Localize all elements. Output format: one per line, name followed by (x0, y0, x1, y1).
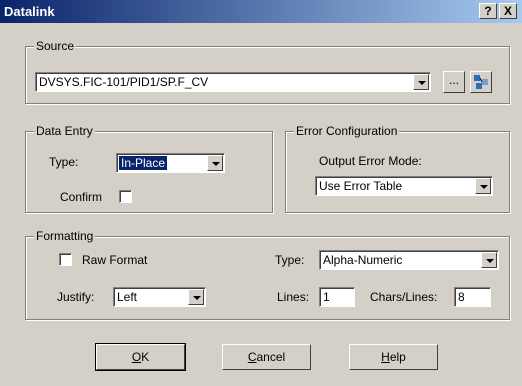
window-title: Datalink (4, 4, 55, 19)
data-entry-group: Data Entry Type: In-Place Confirm (25, 124, 273, 213)
raw-format-checkbox[interactable] (59, 253, 72, 266)
data-entry-type-dropdown[interactable] (207, 155, 223, 171)
source-combo[interactable]: DVSYS.FIC-101/PID1/SP.F_CV (35, 72, 431, 92)
justify-label: Justify: (57, 290, 95, 304)
output-error-mode-value: Use Error Table (319, 179, 403, 193)
format-type-value: Alpha-Numeric (323, 253, 403, 267)
help-button-label: elp (389, 350, 406, 364)
source-value: DVSYS.FIC-101/PID1/SP.F_CV (39, 75, 209, 89)
error-config-legend: Error Configuration (294, 124, 400, 138)
formatting-group: Formatting Raw Format Type: Alpha-Numeri… (25, 229, 510, 320)
source-group: Source DVSYS.FIC-101/PID1/SP.F_CV ... (25, 39, 510, 104)
data-entry-type-value: In-Place (119, 156, 168, 170)
data-entry-legend: Data Entry (34, 124, 95, 138)
cancel-button[interactable]: Cancel (222, 344, 311, 370)
lines-input[interactable]: 1 (319, 287, 355, 307)
source-legend: Source (34, 39, 77, 53)
ok-button-label: K (141, 350, 150, 364)
output-error-mode-label: Output Error Mode: (319, 154, 422, 168)
error-config-group: Error Configuration Output Error Mode: U… (285, 124, 510, 213)
help-button[interactable]: Help (349, 344, 438, 370)
chars-per-line-input[interactable]: 8 (454, 287, 491, 307)
confirm-checkbox[interactable] (119, 190, 132, 203)
chevron-down-icon (418, 81, 426, 85)
output-error-mode-dropdown[interactable] (475, 178, 491, 194)
chevron-down-icon (480, 185, 488, 189)
cancel-button-label: ancel (256, 350, 286, 364)
ok-button[interactable]: OK (95, 343, 186, 371)
source-dropdown-button[interactable] (413, 74, 429, 90)
browse-button[interactable]: ... (443, 71, 465, 93)
format-type-combo[interactable]: Alpha-Numeric (319, 250, 499, 270)
help-icon[interactable]: ? (479, 3, 497, 19)
format-type-label: Type: (275, 253, 305, 267)
title-bar[interactable]: Datalink ? X (0, 0, 522, 23)
tag-browser-button[interactable] (470, 71, 492, 93)
format-type-dropdown[interactable] (481, 252, 497, 268)
lines-label: Lines: (277, 290, 310, 304)
tag-browser-icon (474, 75, 488, 89)
confirm-label: Confirm (60, 190, 103, 204)
data-entry-type-combo[interactable]: In-Place (116, 153, 225, 173)
raw-format-label: Raw Format (82, 253, 148, 267)
output-error-mode-combo[interactable]: Use Error Table (315, 176, 493, 196)
ok-button-mnemonic: O (131, 350, 142, 364)
close-icon[interactable]: X (499, 3, 517, 19)
lines-value: 1 (323, 290, 330, 304)
chars-per-line-label: Chars/Lines: (370, 290, 438, 304)
chars-per-line-value: 8 (458, 290, 465, 304)
formatting-legend: Formatting (34, 229, 96, 243)
justify-dropdown[interactable] (188, 289, 204, 305)
chevron-down-icon (486, 259, 494, 263)
data-entry-type-label: Type: (49, 155, 79, 169)
help-button-mnemonic: H (381, 350, 390, 364)
justify-value: Left (117, 290, 138, 304)
justify-combo[interactable]: Left (113, 287, 206, 307)
chevron-down-icon (212, 162, 220, 166)
chevron-down-icon (193, 296, 201, 300)
